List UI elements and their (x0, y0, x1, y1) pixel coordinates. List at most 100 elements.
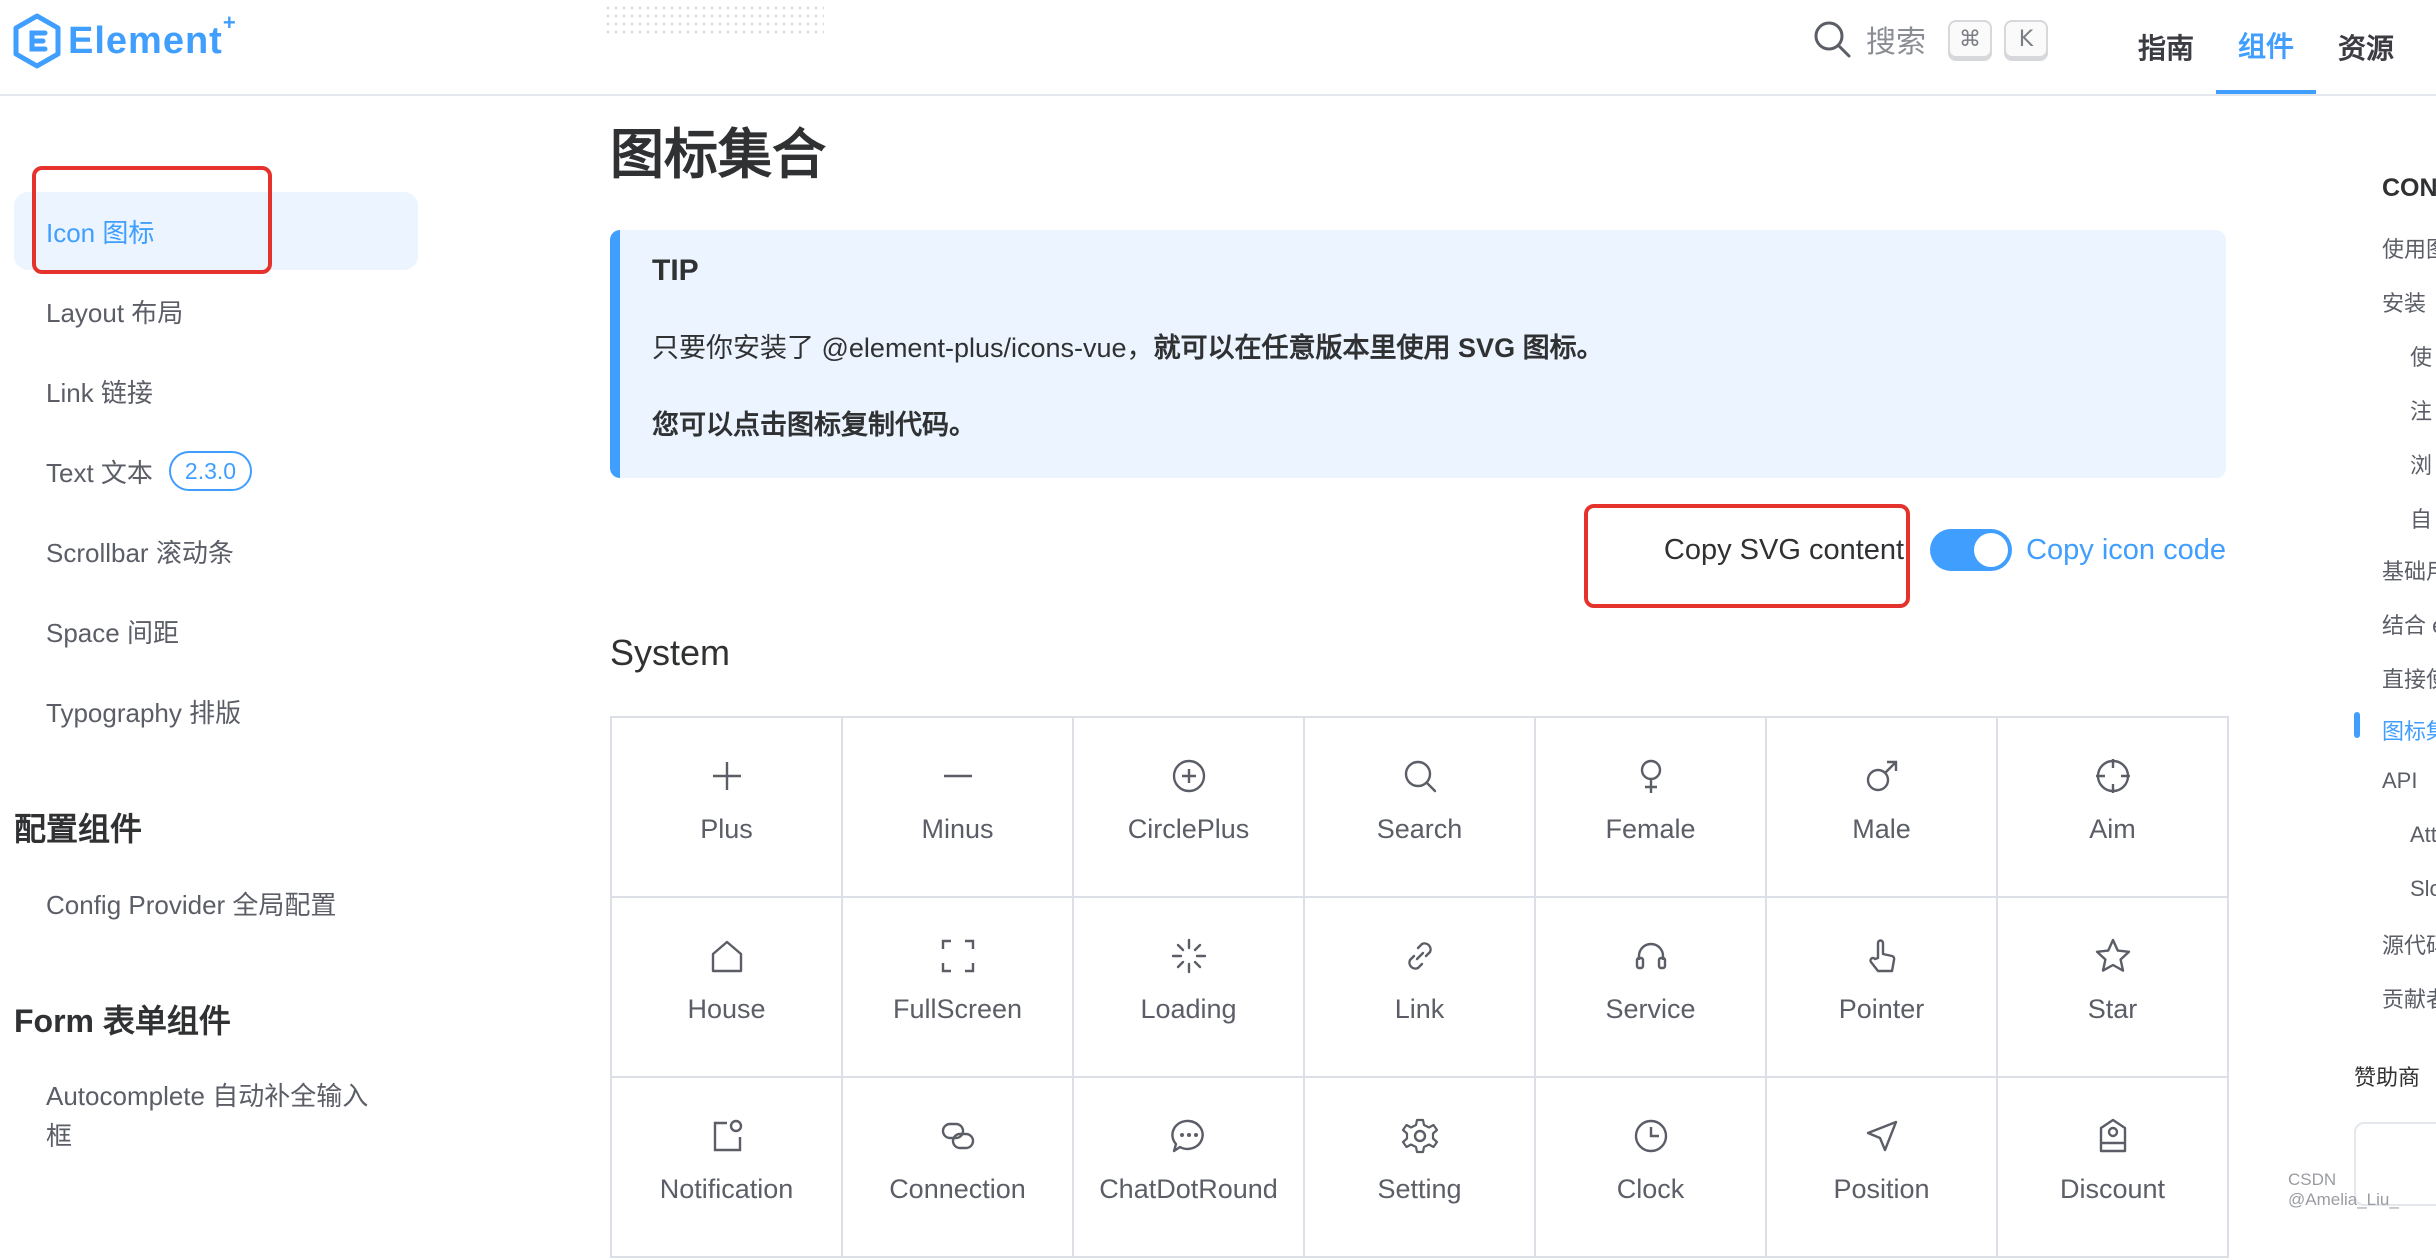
outline-item-slots[interactable]: Slo (2410, 876, 2436, 902)
sidebar-item-label-line1: Autocomplete 自动补全输入 (46, 1081, 369, 1111)
connection-icon (941, 1122, 974, 1150)
position-icon (1866, 1120, 1897, 1152)
version-badge: 2.3.0 (168, 451, 253, 491)
outline-item-combine[interactable]: 结合 e (2382, 608, 2436, 640)
sidebar-item-layout[interactable]: Layout 布局 (14, 272, 418, 350)
icon-label: Link (1394, 994, 1445, 1024)
decorative-pattern (604, 4, 824, 34)
discount-icon (2099, 1118, 2126, 1153)
sidebar-item-label: Text 文本 (46, 457, 153, 488)
icon-label: CirclePlus (1127, 814, 1250, 844)
sidebar-item-autocomplete[interactable]: Autocomplete 自动补全输入 框 (14, 1070, 418, 1162)
csdn-watermark: CSDN @Amelia_Liu_ (2288, 1170, 2399, 1209)
pointer-icon (1868, 939, 1895, 973)
icon-cell-star[interactable]: Star (1998, 898, 2229, 1078)
outline-item-attributes[interactable]: Att (2410, 822, 2436, 848)
icon-label: Setting (1377, 1174, 1462, 1204)
male-icon (1866, 760, 1897, 792)
service-icon (1635, 942, 1666, 970)
sidebar-group-config: 配置组件 (14, 811, 143, 847)
icon-cell-female[interactable]: Female (1536, 718, 1767, 898)
kbd-k: K (2004, 20, 2048, 58)
outline-item-api[interactable]: API (2382, 768, 2417, 794)
icon-cell-service[interactable]: Service (1536, 898, 1767, 1078)
icon-cell-circle-plus[interactable]: CirclePlus (1074, 718, 1305, 898)
icon-cell-plus[interactable]: Plus (612, 718, 843, 898)
icon-label: Position (1833, 1174, 1930, 1204)
icon-cell-male[interactable]: Male (1767, 718, 1998, 898)
tip-line-1-plain: 只要你安装了 @element-plus/icons-vue， (652, 333, 1154, 363)
icon-grid: Plus Minus CirclePlus Search Female Male… (610, 716, 2229, 1258)
sidebar-item-label: Config Provider 全局配置 (46, 889, 337, 920)
outline-item-sub-4[interactable]: 自 (2410, 502, 2432, 534)
sidebar-item-space[interactable]: Space 间距 (14, 592, 418, 670)
icon-label: Star (2087, 994, 2138, 1024)
sidebar-item-link[interactable]: Link 链接 (14, 352, 418, 430)
female-icon (1640, 759, 1661, 793)
setting-icon (1401, 1118, 1438, 1154)
search-icon (1404, 760, 1436, 793)
aim-icon (2095, 759, 2130, 793)
outline-item-install[interactable]: 安装 (2382, 286, 2426, 318)
sidebar-item-scrollbar[interactable]: Scrollbar 滚动条 (14, 512, 418, 590)
icon-cell-pointer[interactable]: Pointer (1767, 898, 1998, 1078)
link-icon (1407, 942, 1432, 970)
nav-resources[interactable]: 资源 (2316, 0, 2416, 94)
kbd-cmd: ⌘ (1948, 20, 1992, 58)
outline-item-sub-3[interactable]: 浏 (2410, 448, 2432, 480)
outline-item-sub-1[interactable]: 使 (2410, 340, 2432, 372)
highlight-box-copy-svg (1584, 504, 1910, 608)
loading-icon (1171, 938, 1206, 974)
icon-cell-chat-dot-round[interactable]: ChatDotRound (1074, 1078, 1305, 1258)
nav-guide[interactable]: 指南 (2116, 0, 2216, 94)
fullscreen-icon (941, 939, 974, 973)
element-plus-logo[interactable]: Element + (12, 10, 236, 72)
outline-item-contributors[interactable]: 贡献者 (2382, 982, 2436, 1014)
nav-components[interactable]: 组件 (2216, 0, 2317, 94)
icon-cell-notification[interactable]: Notification (612, 1078, 843, 1258)
tip-line-1: 只要你安装了 @element-plus/icons-vue，就可以在任意版本里… (652, 326, 2194, 365)
outline-item-icon-collection[interactable]: 图标集 (2382, 714, 2436, 746)
outline-item-usage[interactable]: 使用图 (2382, 232, 2436, 264)
copy-mode-switch[interactable] (1930, 529, 2013, 571)
icon-cell-connection[interactable]: Connection (843, 1078, 1074, 1258)
sidebar-item-label: Space 间距 (46, 617, 179, 648)
outline-item-basic[interactable]: 基础用 (2382, 554, 2436, 586)
icon-cell-clock[interactable]: Clock (1536, 1078, 1767, 1258)
icon-cell-house[interactable]: House (612, 898, 843, 1078)
outline-item-sub-2[interactable]: 注 (2410, 394, 2432, 426)
tip-title: TIP (652, 254, 699, 287)
outline-active-marker (2354, 712, 2360, 738)
top-navbar (0, 0, 2436, 96)
icon-cell-search[interactable]: Search (1305, 718, 1536, 898)
icon-label: House (687, 994, 766, 1024)
sidebar-group-form: Form 表单组件 (14, 1003, 231, 1039)
icon-cell-link[interactable]: Link (1305, 898, 1536, 1078)
icon-cell-fullscreen[interactable]: FullScreen (843, 898, 1074, 1078)
icon-cell-minus[interactable]: Minus (843, 718, 1074, 898)
chat-dot-round-icon (1170, 1119, 1204, 1153)
tip-line-2: 您可以点击图标复制代码。 (652, 410, 976, 440)
switch-knob (1974, 533, 2009, 567)
icon-label: Search (1376, 814, 1463, 844)
icon-cell-setting[interactable]: Setting (1305, 1078, 1536, 1258)
sidebar-item-text[interactable]: Text 文本 2.3.0 (14, 432, 418, 510)
sidebar-item-config-provider[interactable]: Config Provider 全局配置 (14, 864, 418, 942)
search-button[interactable]: 搜索 ⌘ K (1812, 14, 2048, 64)
star-icon (2095, 938, 2130, 972)
outline-item-source[interactable]: 源代码 (2382, 928, 2436, 960)
icon-cell-discount[interactable]: Discount (1998, 1078, 2229, 1258)
icon-label: Service (1605, 994, 1696, 1024)
icon-cell-aim[interactable]: Aim (1998, 718, 2229, 898)
icon-label: Loading (1140, 994, 1237, 1024)
copy-code-label[interactable]: Copy icon code (2026, 534, 2226, 567)
search-icon (1814, 21, 1851, 58)
minus-icon (943, 774, 972, 778)
icon-cell-position[interactable]: Position (1767, 1078, 1998, 1258)
element-logo-icon (13, 13, 61, 69)
icon-label: FullScreen (892, 994, 1023, 1024)
outline-item-direct[interactable]: 直接使 (2382, 662, 2436, 694)
sidebar-item-typography[interactable]: Typography 排版 (14, 672, 418, 750)
circle-plus-icon (1172, 759, 1205, 793)
icon-cell-loading[interactable]: Loading (1074, 898, 1305, 1078)
